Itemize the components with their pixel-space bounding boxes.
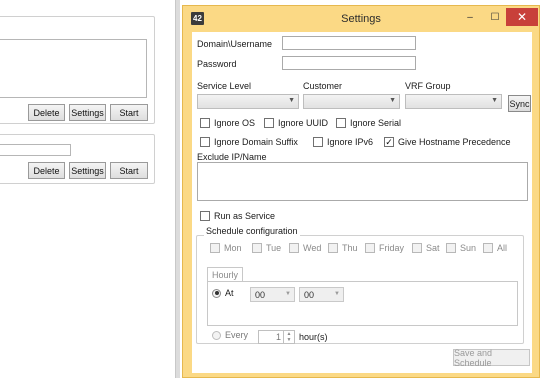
settings-form: Domain\Username Password Service Level C…	[192, 32, 532, 373]
run-as-service-checkbox[interactable]: Run as Service	[200, 211, 275, 221]
checkbox-box[interactable]	[336, 118, 346, 128]
ignore-uuid-label: Ignore UUID	[278, 118, 329, 128]
job-1-start-button[interactable]: Start	[110, 104, 148, 121]
window-divider	[175, 0, 180, 378]
ignore-domain-suffix-checkbox[interactable]: Ignore Domain Suffix	[200, 137, 298, 147]
customer-label: Customer	[303, 81, 343, 91]
vrf-group-label: VRF Group	[405, 81, 451, 91]
every-hours-spinner[interactable]: 1 ▲ ▼	[258, 330, 295, 344]
day-thu-checkbox[interactable]: Thu	[328, 243, 358, 253]
job-2-settings-button[interactable]: Settings	[69, 162, 106, 179]
settings-window: 42 Settings – ☐ ✕ Domain\Username Passwo…	[182, 5, 540, 378]
exclude-ip-name-textarea[interactable]	[197, 162, 528, 201]
exclude-ip-name-label: Exclude IP/Name	[197, 152, 267, 162]
day-sat-checkbox[interactable]: Sat	[412, 243, 440, 253]
day-sun-label: Sun	[460, 243, 477, 253]
checkbox-box[interactable]	[252, 243, 262, 253]
vrf-group-dropdown[interactable]: ▼	[405, 94, 502, 109]
checkbox-box[interactable]	[313, 137, 323, 147]
minimize-button[interactable]: –	[458, 8, 482, 26]
job-group-1: Delete Settings Start	[0, 16, 155, 124]
at-hour-dropdown[interactable]: 00 ▼	[250, 287, 295, 302]
password-label: Password	[197, 59, 237, 69]
checkbox-box[interactable]	[210, 243, 220, 253]
ignore-ipv6-label: Ignore IPv6	[327, 137, 374, 147]
day-all-label: All	[497, 243, 508, 253]
day-sun-checkbox[interactable]: Sun	[446, 243, 476, 253]
day-all-checkbox[interactable]: All	[483, 243, 507, 253]
password-input[interactable]	[282, 56, 416, 70]
checkbox-box[interactable]	[365, 243, 375, 253]
ignore-os-checkbox[interactable]: Ignore OS	[200, 118, 255, 128]
checkbox-box[interactable]	[446, 243, 456, 253]
service-level-label: Service Level	[197, 81, 252, 91]
at-label: At	[225, 288, 234, 298]
at-minute-dropdown[interactable]: 00 ▼	[299, 287, 344, 302]
chevron-down-icon: ▼	[389, 97, 396, 104]
day-wed-checkbox[interactable]: Wed	[289, 243, 321, 253]
at-minute-value: 00	[304, 289, 315, 300]
give-hostname-precedence-label: Give Hostname Precedence	[398, 137, 511, 147]
schedule-configuration-label: Schedule configuration	[204, 226, 300, 236]
job-1-settings-button[interactable]: Settings	[69, 104, 106, 121]
customer-dropdown[interactable]: ▼	[303, 94, 400, 109]
sync-button[interactable]: Sync	[508, 95, 531, 112]
run-as-service-label: Run as Service	[214, 211, 276, 221]
ignore-ipv6-checkbox[interactable]: Ignore IPv6	[313, 137, 373, 147]
chevron-down-icon: ▼	[285, 291, 291, 297]
chevron-down-icon: ▼	[334, 291, 340, 297]
tab-hourly[interactable]: Hourly	[207, 267, 243, 282]
close-button[interactable]: ✕	[506, 8, 538, 26]
at-hour-value: 00	[255, 289, 266, 300]
give-hostname-precedence-checkbox[interactable]: ✓ Give Hostname Precedence	[384, 137, 511, 147]
checkbox-box[interactable]	[328, 243, 338, 253]
service-level-dropdown[interactable]: ▼	[197, 94, 299, 109]
checkbox-box[interactable]	[200, 211, 210, 221]
at-radio[interactable]: At	[212, 288, 234, 298]
job-1-text-area[interactable]	[0, 39, 147, 98]
domain-username-input[interactable]	[282, 36, 416, 50]
every-label: Every	[225, 330, 249, 340]
ignore-uuid-checkbox[interactable]: Ignore UUID	[264, 118, 328, 128]
every-radio[interactable]: Every	[212, 330, 248, 340]
day-wed-label: Wed	[303, 243, 322, 253]
checkbox-box[interactable]	[200, 118, 210, 128]
title-bar[interactable]: 42 Settings – ☐ ✕	[183, 6, 539, 32]
checkbox-box[interactable]	[264, 118, 274, 128]
day-tue-checkbox[interactable]: Tue	[252, 243, 281, 253]
day-mon-label: Mon	[224, 243, 242, 253]
job-2-input[interactable]	[0, 144, 71, 156]
hours-unit-label: hour(s)	[299, 332, 328, 342]
job-2-start-button[interactable]: Start	[110, 162, 148, 179]
day-thu-label: Thu	[342, 243, 358, 253]
every-hours-value: 1	[275, 332, 281, 342]
radio-dot[interactable]	[212, 330, 221, 340]
radio-dot[interactable]	[212, 288, 221, 298]
checkbox-box[interactable]	[483, 243, 493, 253]
day-friday-checkbox[interactable]: Friday	[365, 243, 404, 253]
job-2-delete-button[interactable]: Delete	[28, 162, 65, 179]
job-1-delete-button[interactable]: Delete	[28, 104, 65, 121]
day-friday-label: Friday	[379, 243, 405, 253]
background-app-window: Delete Settings Start Delete Settings St…	[0, 0, 180, 378]
day-mon-checkbox[interactable]: Mon	[210, 243, 242, 253]
checkbox-box[interactable]	[200, 137, 210, 147]
maximize-button[interactable]: ☐	[483, 8, 507, 26]
chevron-down-icon: ▼	[288, 97, 295, 104]
job-group-2: Delete Settings Start	[0, 134, 155, 184]
save-and-schedule-button[interactable]: Save and Schedule	[453, 348, 530, 368]
ignore-serial-label: Ignore Serial	[350, 118, 402, 128]
checkmark-icon[interactable]: ✓	[384, 137, 394, 147]
spinner-arrows-icon[interactable]: ▲ ▼	[283, 331, 294, 343]
ignore-domain-suffix-label: Ignore Domain Suffix	[214, 137, 298, 147]
checkbox-box[interactable]	[289, 243, 299, 253]
ignore-os-label: Ignore OS	[214, 118, 256, 128]
day-sat-label: Sat	[426, 243, 440, 253]
ignore-serial-checkbox[interactable]: Ignore Serial	[336, 118, 401, 128]
day-tue-label: Tue	[266, 243, 282, 253]
domain-username-label: Domain\Username	[197, 39, 273, 49]
chevron-down-icon: ▼	[491, 97, 498, 104]
checkbox-box[interactable]	[412, 243, 422, 253]
